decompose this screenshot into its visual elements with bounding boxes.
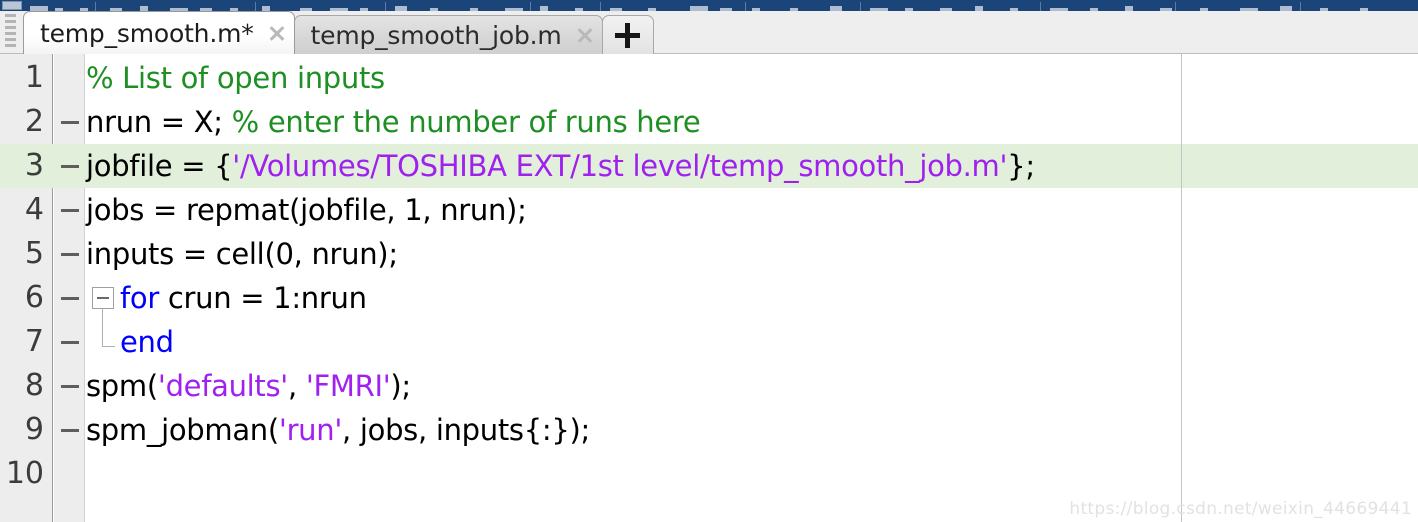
token-plain: }; [1007,149,1035,183]
code-text: end [120,320,174,364]
tab-list: temp_smooth.m* temp_smooth_job.m [23,11,654,54]
line-number: 10 [5,456,44,491]
token-plain: jobfile = { [86,149,233,183]
executable-line-marker[interactable] [54,232,85,276]
token-plain: , jobs, inputs{:}); [342,413,590,447]
dash-icon [60,429,79,432]
code-line-row[interactable]: 9 spm_jobman('run', jobs, inputs{:}); [0,408,1418,452]
code-text: inputs = cell(0, nrun); [86,232,398,276]
code-text: jobfile = {'/Volumes/TOSHIBA EXT/1st lev… [86,144,1035,188]
column-ruler-line [1181,54,1182,522]
code-line-row[interactable]: 2 nrun = X; % enter the number of runs he… [0,100,1418,144]
toolbar-separator [860,2,861,11]
token-string: 'defaults' [157,369,288,403]
line-number: 7 [24,324,44,359]
toolbar-separator [745,2,746,11]
code-line-row[interactable]: 3 jobfile = {'/Volumes/TOSHIBA EXT/1st le… [0,144,1418,188]
watermark-text: https://blog.csdn.net/weixin_44669441 [1069,499,1412,519]
token-string: 'run' [278,413,343,447]
line-number: 5 [24,236,44,271]
token-plain: ); [390,369,411,403]
line-number: 6 [24,280,44,315]
code-editor[interactable]: 1 % List of open inputs 2 nrun = X; % enter… [0,54,1418,522]
executable-line-marker[interactable] [54,364,85,408]
executable-line-marker[interactable] [54,188,85,232]
token-comment: % List of open inputs [86,61,385,95]
dash-icon [60,165,79,168]
code-line-row[interactable]: 10 [0,452,1418,496]
toolbar-separator [530,2,531,11]
code-line-row[interactable]: 6 for crun = 1:nrun [0,276,1418,320]
dash-icon [60,385,79,388]
code-line-row[interactable]: 5 inputs = cell(0, nrun); [0,232,1418,276]
dash-icon [60,121,79,124]
code-text: % List of open inputs [86,56,385,100]
token-keyword: end [120,325,174,359]
dash-icon [60,297,79,300]
token-keyword: for [120,281,159,315]
code-fold-foot [102,346,115,347]
matlab-editor-window: temp_smooth.m* temp_smooth_job.m 1 % List… [0,0,1418,522]
code-text: jobs = repmat(jobfile, 1, nrun); [86,188,527,232]
dash-icon [60,253,79,256]
tab-temp-smooth-job-m[interactable]: temp_smooth_job.m [293,15,603,54]
code-text: spm('defaults', 'FMRI'); [86,364,411,408]
token-plain: , [287,369,306,403]
line-number: 1 [24,60,44,95]
token-string: '/Volumes/TOSHIBA EXT/1st level/temp_smo… [232,149,1008,183]
dash-icon [60,209,79,212]
line-number: 2 [24,104,44,139]
close-icon[interactable] [575,25,595,45]
toolbar-icon [2,1,22,10]
line-number: 9 [24,412,44,447]
token-plain: inputs = cell(0, nrun); [86,237,398,271]
code-line-row[interactable]: 1 % List of open inputs [0,56,1418,100]
line-number: 3 [24,148,44,183]
token-string: 'FMRI' [305,369,391,403]
toolbar-separator [1175,2,1176,11]
tab-temp-smooth-m[interactable]: temp_smooth.m* [23,11,295,54]
toolbar-separator [95,2,96,11]
new-tab-button[interactable] [601,15,654,54]
tab-label: temp_smooth_job.m [310,20,562,50]
code-text: nrun = X; % enter the number of runs her… [86,100,701,144]
drag-grip-icon[interactable] [5,14,18,50]
token-plain: spm_jobman( [86,413,279,447]
toolbar-strip-clipped [0,0,1418,11]
token-plain: spm( [86,369,158,403]
toolbar-separator [385,2,386,11]
executable-line-marker[interactable] [54,144,85,188]
token-plain: nrun = X; [86,105,232,139]
executable-line-marker[interactable] [54,408,85,452]
token-plain: crun = 1:nrun [158,281,367,315]
code-line-row[interactable]: 8 spm('defaults', 'FMRI'); [0,364,1418,408]
editor-tab-bar: temp_smooth.m* temp_smooth_job.m [0,11,1418,54]
toolbar-separator [1300,2,1301,11]
close-icon[interactable] [267,23,287,43]
toolbar-separator [1040,2,1041,11]
code-fold-stem [102,309,103,346]
code-text: spm_jobman('run', jobs, inputs{:}); [86,408,590,452]
line-number: 4 [24,192,44,227]
toolbar-separator [255,2,256,11]
token-plain: jobs = repmat(jobfile, 1, nrun); [86,193,527,227]
code-text: for crun = 1:nrun [120,276,367,320]
executable-line-marker[interactable] [54,276,85,320]
plus-icon [615,22,641,48]
tab-label: temp_smooth.m* [40,18,254,48]
code-fold-collapse-icon[interactable] [92,287,114,309]
executable-line-marker[interactable] [54,100,85,144]
token-comment: % enter the number of runs here [231,105,701,139]
line-number: 8 [24,368,44,403]
code-line-row[interactable]: 4 jobs = repmat(jobfile, 1, nrun); [0,188,1418,232]
executable-line-marker[interactable] [54,320,85,364]
code-line-row[interactable]: 7 end [0,320,1418,364]
dash-icon [60,341,79,344]
toolbar-separator [600,2,601,11]
